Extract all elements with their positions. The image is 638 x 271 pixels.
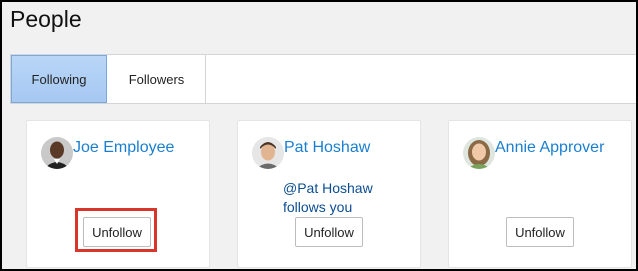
tab-followers[interactable]: Followers <box>108 55 206 103</box>
tab-bar: Following Followers <box>10 54 636 104</box>
person-card-pat-hoshaw: Pat Hoshaw @Pat Hoshaw follows you Unfol… <box>237 120 421 268</box>
avatar[interactable] <box>252 137 284 169</box>
follows-status: follows you <box>283 199 353 215</box>
unfollow-button[interactable]: Unfollow <box>83 217 151 247</box>
unfollow-button[interactable]: Unfollow <box>295 217 363 247</box>
person-card-annie-approver: Annie Approver Unfollow <box>448 120 632 268</box>
people-page: People Following Followers Joe Employee … <box>0 0 638 271</box>
tab-following[interactable]: Following <box>11 55 107 103</box>
follows-you-text: @Pat Hoshaw follows you <box>283 179 373 217</box>
page-title: People <box>10 6 82 32</box>
person-card-joe-employee: Joe Employee Unfollow <box>26 120 210 268</box>
follows-handle: @Pat Hoshaw <box>283 180 373 196</box>
person-name-link[interactable]: Joe Employee <box>73 139 174 157</box>
unfollow-button[interactable]: Unfollow <box>506 217 574 247</box>
person-name-link[interactable]: Annie Approver <box>495 139 604 157</box>
person-name-link[interactable]: Pat Hoshaw <box>284 139 370 157</box>
avatar[interactable] <box>463 137 495 169</box>
avatar[interactable] <box>41 137 73 169</box>
